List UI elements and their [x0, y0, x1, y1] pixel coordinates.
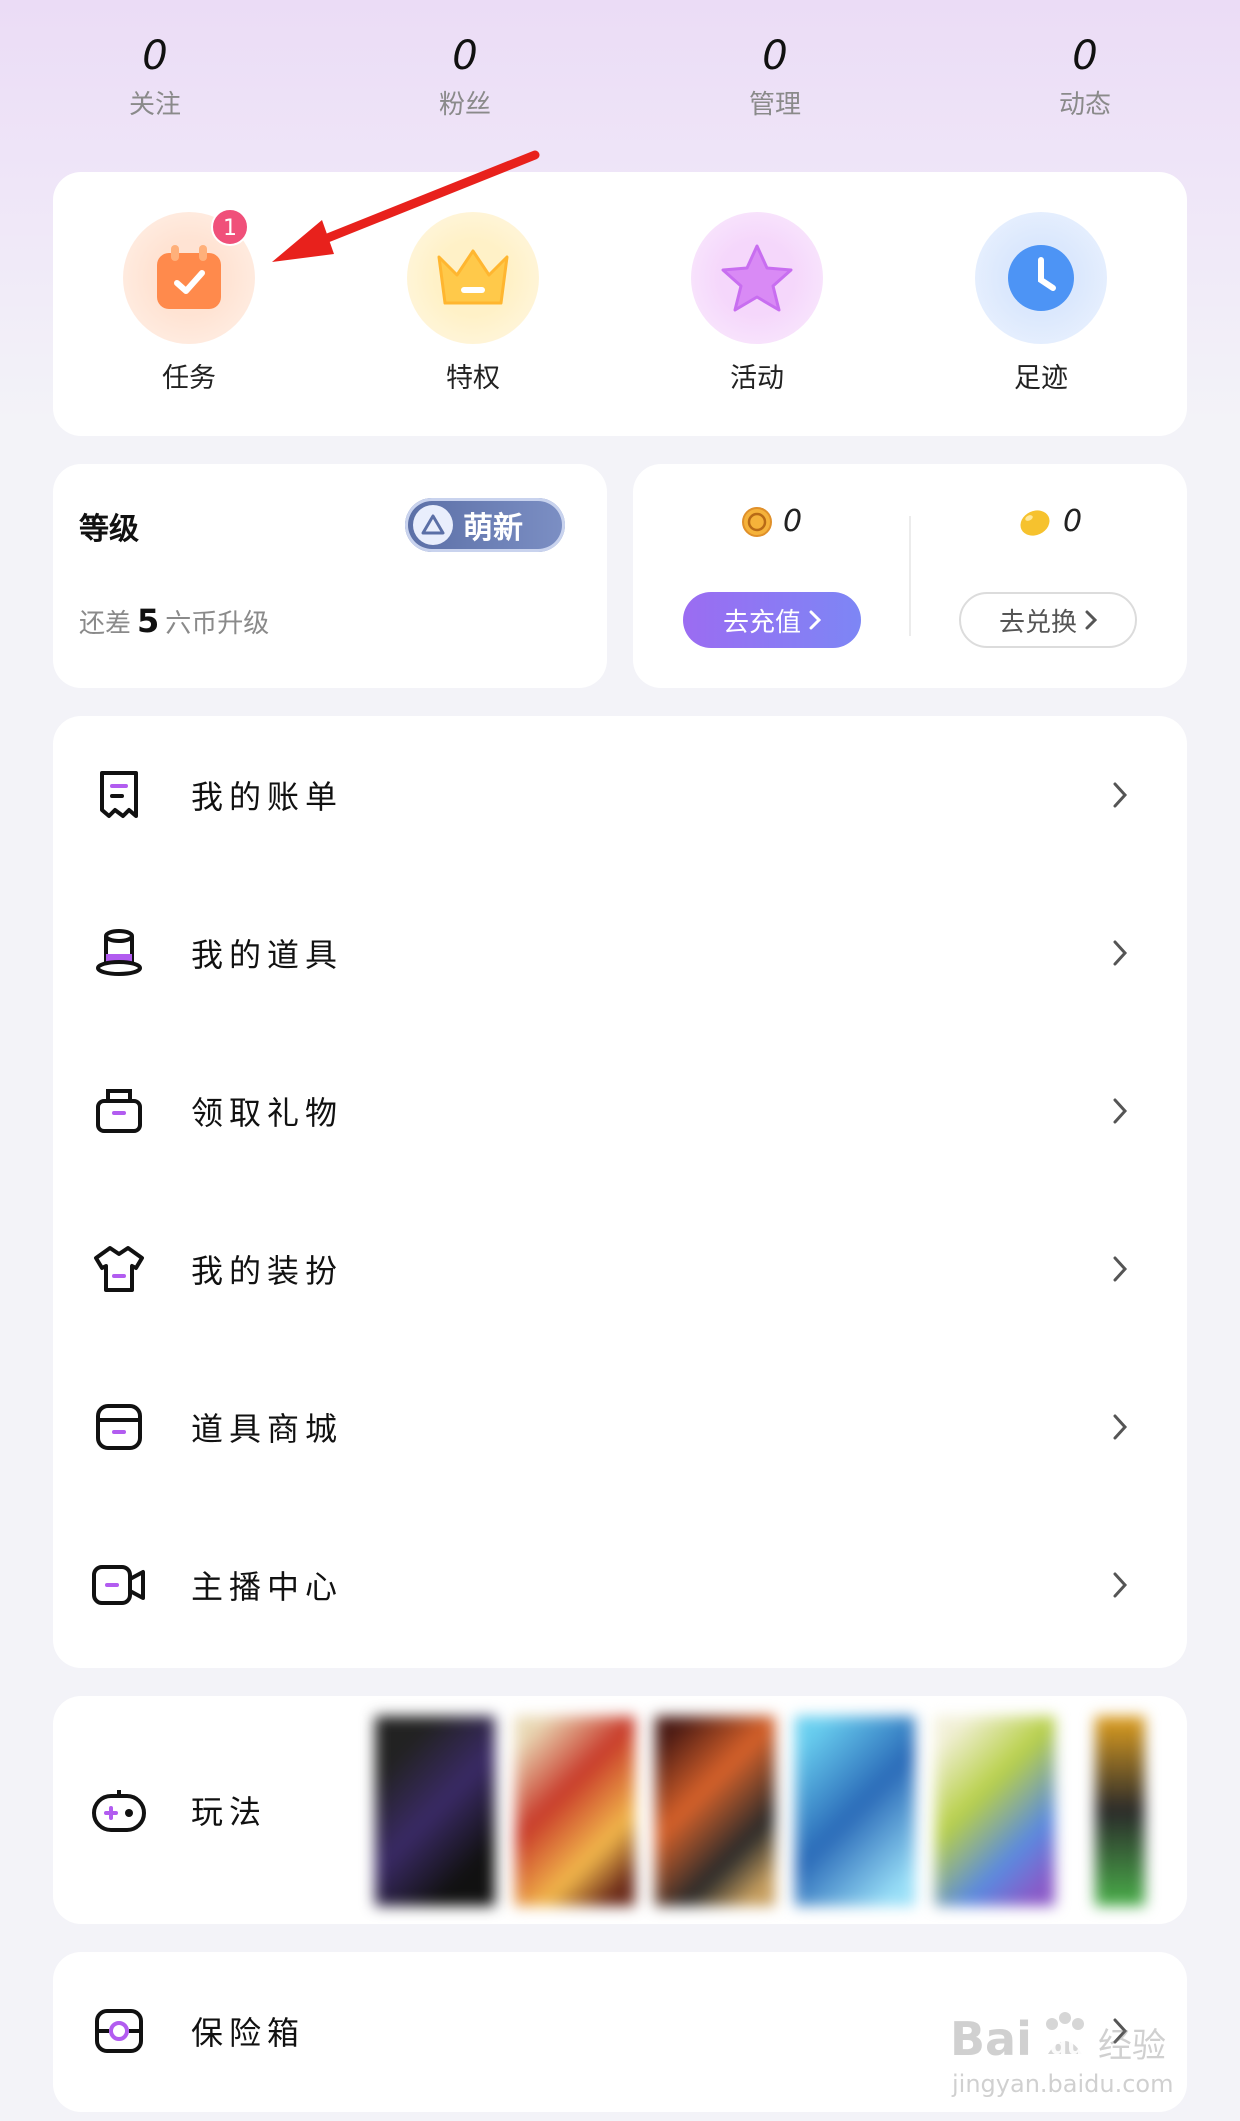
stat-moments[interactable]: 0 动态	[985, 30, 1185, 122]
stat-label: 粉丝	[438, 90, 491, 120]
crown-icon	[437, 249, 509, 305]
game-thumbnails	[375, 1716, 1187, 1906]
play-label: 玩法	[191, 1793, 268, 1831]
stat-value: 0	[142, 33, 168, 79]
store-icon	[91, 1399, 147, 1455]
gift-icon	[91, 1083, 147, 1139]
menu-item-props[interactable]: 我的道具	[53, 874, 1187, 1032]
coin-icon	[742, 506, 772, 537]
quick-activity[interactable]: 活动	[677, 212, 837, 396]
chevron-right-icon	[1105, 933, 1135, 973]
exchange-button[interactable]: 去兑换	[959, 592, 1137, 648]
menu-item-outfit[interactable]: 我的装扮	[53, 1190, 1187, 1348]
level-progress-text: 还差 5 六币升级	[79, 602, 269, 640]
clock-icon	[1008, 245, 1074, 311]
quick-task[interactable]: 1 任务	[109, 208, 269, 396]
chevron-right-icon	[1105, 1091, 1135, 1131]
menu-item-label: 主播中心	[191, 1568, 344, 1606]
quick-actions-card: 1 任务 特权 活动 足迹	[53, 172, 1187, 436]
quick-privilege-circle	[407, 212, 539, 344]
stat-value: 0	[762, 33, 788, 79]
stat-label: 管理	[748, 90, 801, 120]
coin-balance: 0	[741, 504, 802, 539]
quick-activity-circle	[691, 212, 823, 344]
level-badge-text: 萌新	[463, 511, 523, 546]
chevron-right-icon	[1105, 1407, 1135, 1447]
bean-balance: 0	[1017, 504, 1082, 539]
game-thumbnail[interactable]	[375, 1716, 495, 1906]
hat-icon	[91, 925, 147, 981]
camera-icon	[91, 1557, 147, 1613]
calendar-check-icon	[157, 245, 221, 309]
shirt-icon	[91, 1241, 147, 1297]
watermark-brand2: du	[1050, 2032, 1085, 2060]
stat-value: 0	[452, 33, 478, 79]
menu-list: 我的账单 我的道具 领取礼物 我的装扮 道具商城 主播中心	[53, 716, 1187, 1668]
menu-item-label: 道具商城	[191, 1410, 344, 1448]
receipt-icon	[91, 767, 147, 823]
stat-label: 动态	[1058, 90, 1111, 120]
wallet-divider	[909, 516, 911, 636]
watermark-brand: Bai	[950, 2012, 1032, 2066]
stat-value: 0	[1072, 33, 1098, 79]
level-sub-number: 5	[137, 602, 160, 640]
gamepad-icon	[91, 1782, 147, 1838]
quick-footprint[interactable]: 足迹	[961, 212, 1121, 396]
menu-item-label: 我的装扮	[191, 1252, 344, 1290]
menu-item-anchor[interactable]: 主播中心	[53, 1506, 1187, 1664]
menu-item-label: 我的账单	[191, 778, 344, 816]
menu-item-label: 领取礼物	[191, 1094, 344, 1132]
level-badge: 萌新	[405, 498, 565, 552]
watermark-suffix: 经验	[1098, 2026, 1166, 2066]
chevron-right-icon	[809, 610, 821, 630]
level-card[interactable]: 等级 萌新 还差 5 六币升级	[53, 464, 607, 688]
stats-row: 0 关注 0 粉丝 0 管理 0 动态	[0, 30, 1240, 140]
level-sub-prefix: 还差	[79, 609, 132, 639]
quick-label: 活动	[730, 363, 784, 394]
stat-manage[interactable]: 0 管理	[675, 30, 875, 122]
chevron-right-icon	[1085, 610, 1097, 630]
level-title: 等级	[79, 512, 139, 547]
game-thumbnail[interactable]	[935, 1716, 1055, 1906]
bean-icon	[1020, 509, 1050, 536]
quick-label: 足迹	[1014, 363, 1068, 394]
play-card[interactable]: 玩法	[53, 1696, 1187, 1924]
wallet-card: 0 0 去充值 去兑换	[633, 464, 1187, 688]
stat-fans[interactable]: 0 粉丝	[365, 30, 565, 122]
level-sub-suffix: 六币升级	[165, 609, 270, 639]
coin-value: 0	[783, 504, 803, 539]
stat-following[interactable]: 0 关注	[55, 30, 255, 122]
recharge-button[interactable]: 去充值	[683, 592, 861, 648]
triangle-icon	[413, 505, 453, 545]
chevron-right-icon	[1105, 1565, 1135, 1605]
menu-item-bills[interactable]: 我的账单	[53, 716, 1187, 874]
game-thumbnail[interactable]	[515, 1716, 635, 1906]
quick-label: 任务	[162, 363, 216, 394]
safe-label: 保险箱	[191, 2014, 306, 2052]
stat-label: 关注	[128, 90, 181, 120]
quick-task-circle: 1	[123, 208, 255, 344]
quick-label: 特权	[446, 363, 500, 394]
chevron-right-icon	[1105, 1249, 1135, 1289]
task-badge: 1	[211, 208, 249, 246]
chevron-right-icon	[1105, 775, 1135, 815]
menu-item-store[interactable]: 道具商城	[53, 1348, 1187, 1506]
menu-item-label: 我的道具	[191, 936, 344, 974]
exchange-label: 去兑换	[998, 606, 1077, 637]
game-thumbnail[interactable]	[655, 1716, 775, 1906]
watermark-url: jingyan.baidu.com	[952, 2070, 1174, 2098]
quick-privilege[interactable]: 特权	[393, 212, 553, 396]
quick-footprint-circle	[975, 212, 1107, 344]
baidu-watermark: Bai du 经验 jingyan.baidu.com	[950, 2010, 1190, 2110]
game-thumbnail[interactable]	[1095, 1716, 1145, 1906]
star-icon	[721, 244, 793, 312]
safe-icon	[91, 2003, 147, 2059]
recharge-label: 去充值	[722, 606, 801, 637]
bean-value: 0	[1063, 504, 1083, 539]
menu-item-gifts[interactable]: 领取礼物	[53, 1032, 1187, 1190]
game-thumbnail[interactable]	[795, 1716, 915, 1906]
